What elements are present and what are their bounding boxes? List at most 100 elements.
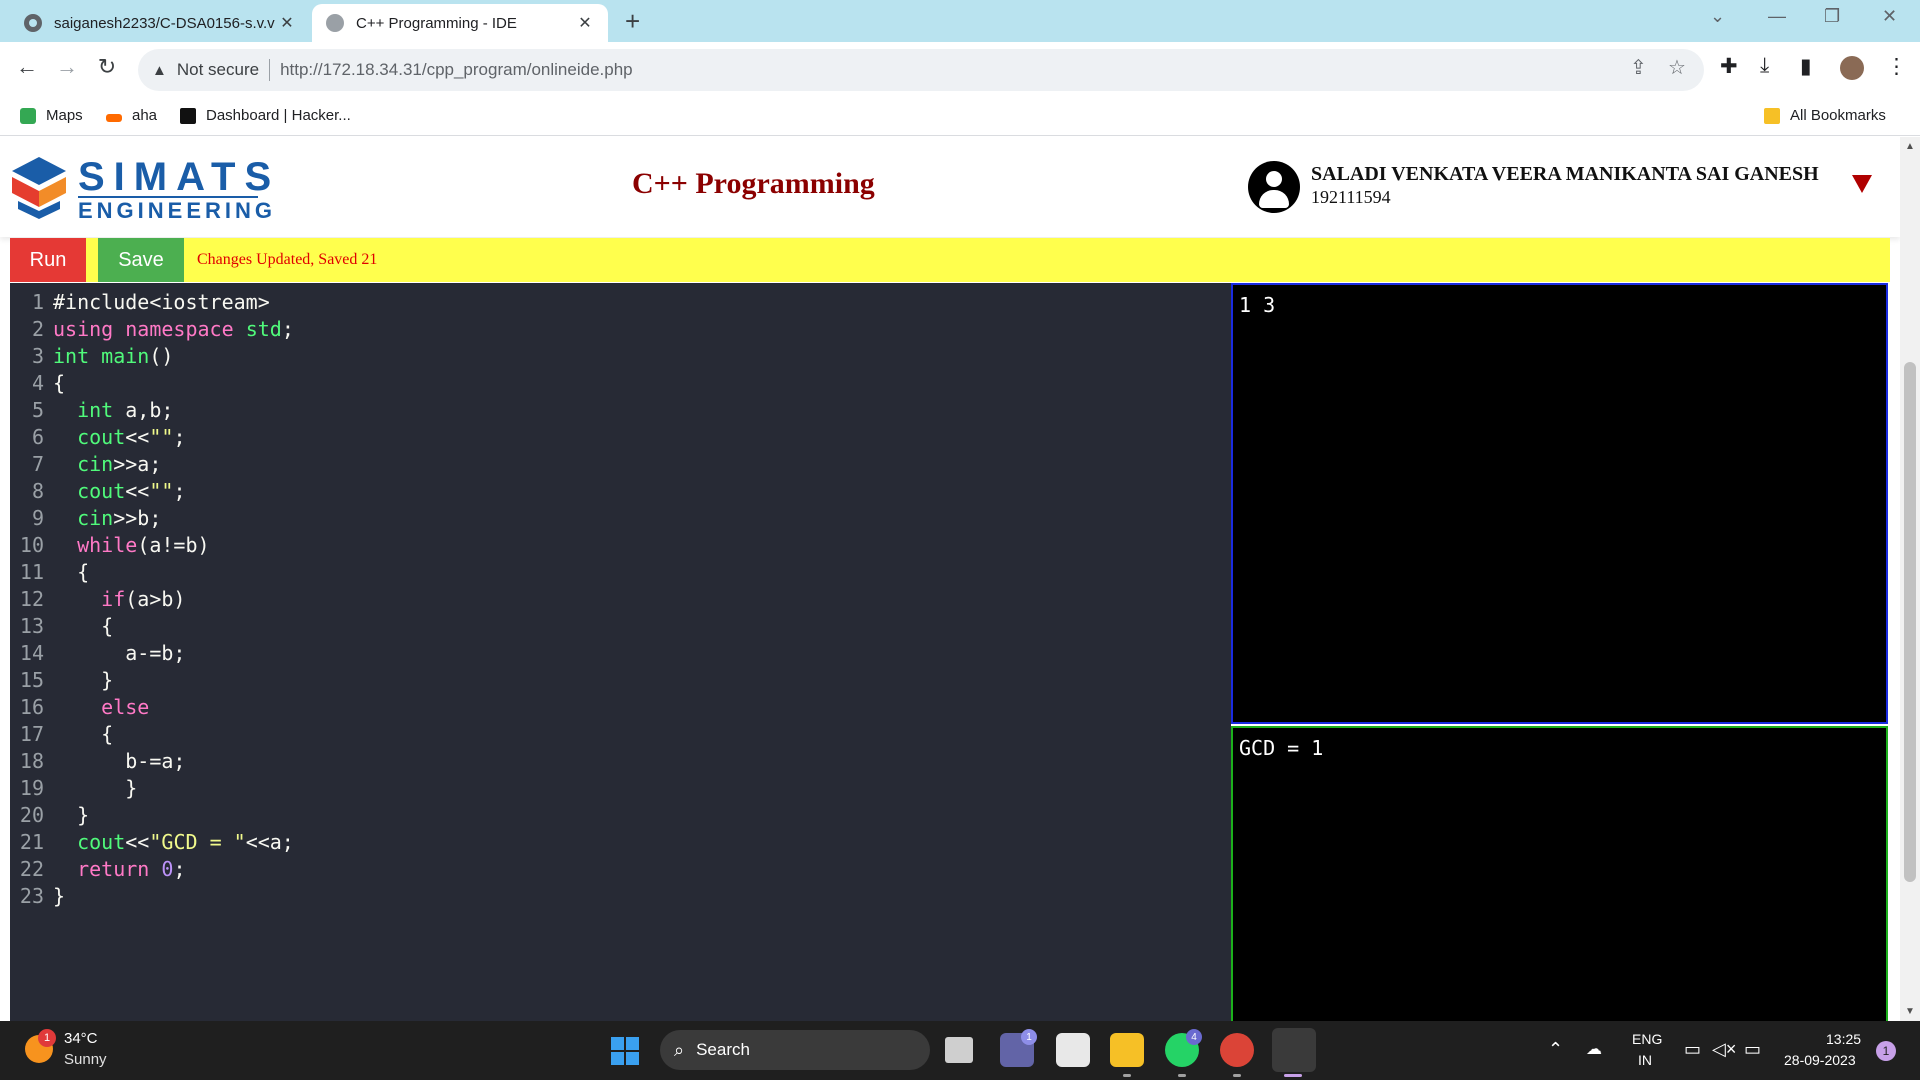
tab-github[interactable]: saiganesh2233/C-DSA0156-s.v.v ✕ (10, 4, 310, 42)
scroll-down-icon[interactable]: ▼ (1905, 1006, 1915, 1017)
windows-start-icon[interactable] (611, 1037, 639, 1065)
language-line2[interactable]: IN (1638, 1052, 1652, 1068)
scroll-thumb[interactable] (1904, 362, 1916, 882)
chrome-icon[interactable] (1220, 1033, 1254, 1067)
code-text[interactable]: else (53, 694, 149, 721)
volume-muted-icon[interactable]: ◁× (1712, 1039, 1736, 1060)
code-line[interactable]: 4{ (10, 370, 1231, 397)
code-line[interactable]: 16 else (10, 694, 1231, 721)
code-text[interactable]: return 0; (53, 856, 185, 883)
code-text[interactable]: cout<<"GCD = "<<a; (53, 829, 294, 856)
code-line[interactable]: 12 if(a>b) (10, 586, 1231, 613)
snipping-tool-icon[interactable] (1272, 1028, 1316, 1072)
temperature[interactable]: 34°C (64, 1030, 98, 1047)
new-tab-button[interactable]: + (625, 6, 640, 37)
reload-icon[interactable]: ↻ (92, 54, 122, 80)
tab-search-icon[interactable]: ⌄ (1710, 6, 1725, 27)
bookmark-maps[interactable]: Maps (20, 107, 83, 124)
code-text[interactable]: using namespace std; (53, 316, 294, 343)
code-line[interactable]: 23} (10, 883, 1231, 910)
code-line[interactable]: 13 { (10, 613, 1231, 640)
code-text[interactable]: { (53, 559, 89, 586)
task-view-icon[interactable] (945, 1037, 973, 1063)
taskbar-search[interactable]: ⌕ Search (660, 1030, 930, 1070)
window-close-icon[interactable]: ✕ (1882, 6, 1897, 27)
star-icon[interactable]: ☆ (1668, 55, 1686, 80)
forward-icon[interactable]: → (52, 54, 82, 80)
code-line[interactable]: 15 } (10, 667, 1231, 694)
code-line[interactable]: 18 b-=a; (10, 748, 1231, 775)
user-menu-caret-icon[interactable] (1852, 175, 1872, 193)
code-line[interactable]: 5 int a,b; (10, 397, 1231, 424)
code-text[interactable]: { (53, 721, 113, 748)
security-label[interactable]: Not secure (177, 60, 259, 80)
code-text[interactable]: { (53, 613, 113, 640)
minimize-icon[interactable]: — (1768, 6, 1786, 27)
code-text[interactable]: int a,b; (53, 397, 173, 424)
file-explorer-icon[interactable] (1110, 1033, 1144, 1067)
back-icon[interactable]: ← (12, 54, 42, 80)
save-button[interactable]: Save (98, 238, 184, 282)
code-line[interactable]: 21 cout<<"GCD = "<<a; (10, 829, 1231, 856)
weather-condition[interactable]: Sunny (64, 1051, 107, 1068)
code-text[interactable]: while(a!=b) (53, 532, 209, 559)
code-text[interactable]: { (53, 370, 65, 397)
code-text[interactable]: } (53, 802, 89, 829)
language-line1[interactable]: ENG (1632, 1031, 1662, 1047)
code-line[interactable]: 10 while(a!=b) (10, 532, 1231, 559)
code-text[interactable]: cout<<""; (53, 424, 185, 451)
notification-badge[interactable]: 1 (1876, 1041, 1896, 1061)
code-line[interactable]: 3 int main() (10, 343, 1231, 370)
code-line[interactable]: 7 cin>>a; (10, 451, 1231, 478)
input-text[interactable]: 1 3 (1239, 293, 1275, 317)
menu-icon[interactable]: ⋮ (1886, 54, 1907, 79)
code-editor[interactable]: 1 #include<iostream> 2 using namespace std;… (10, 283, 1231, 1021)
scroll-up-icon[interactable]: ▲ (1905, 141, 1915, 152)
clock-time[interactable]: 13:25 (1826, 1031, 1861, 1047)
code-line[interactable]: 1 #include<iostream> (10, 289, 1231, 316)
store-icon[interactable] (1056, 1033, 1090, 1067)
run-button[interactable]: Run (10, 238, 86, 282)
code-text[interactable]: #include<iostream> (53, 289, 270, 316)
code-line[interactable]: 22 return 0; (10, 856, 1231, 883)
code-line[interactable]: 17 { (10, 721, 1231, 748)
code-line[interactable]: 8 cout<<""; (10, 478, 1231, 505)
bookmark-hackerrank[interactable]: Dashboard | Hacker... (180, 107, 351, 124)
onedrive-icon[interactable]: ☁ (1586, 1039, 1602, 1059)
code-text[interactable]: } (53, 775, 137, 802)
clock-date[interactable]: 28-09-2023 (1784, 1052, 1856, 1068)
all-bookmarks[interactable]: All Bookmarks (1764, 107, 1886, 124)
code-text[interactable]: if(a>b) (53, 586, 185, 613)
code-text[interactable]: cin>>b; (53, 505, 161, 532)
address-bar[interactable]: ▲ Not secure http://172.18.34.31/cpp_pro… (138, 49, 1704, 91)
battery-icon[interactable]: ▭ (1744, 1039, 1761, 1060)
code-line[interactable]: 9 cin>>b; (10, 505, 1231, 532)
user-avatar-icon[interactable] (1248, 161, 1300, 213)
profile-avatar[interactable] (1840, 56, 1864, 80)
bookmark-aha[interactable]: aha (106, 107, 157, 124)
extensions-icon[interactable]: ✚ (1720, 54, 1738, 79)
code-line[interactable]: 6 cout<<""; (10, 424, 1231, 451)
tab-ide[interactable]: C++ Programming - IDE ✕ (312, 4, 608, 42)
warning-icon[interactable]: ▲ (152, 62, 167, 79)
code-line[interactable]: 19 } (10, 775, 1231, 802)
code-text[interactable]: } (53, 883, 65, 910)
sidepanel-icon[interactable]: ▮ (1800, 54, 1812, 79)
url-text[interactable]: http://172.18.34.31/cpp_program/onlineid… (280, 60, 633, 80)
code-line[interactable]: 2 using namespace std; (10, 316, 1231, 343)
restore-icon[interactable]: ❐ (1824, 6, 1840, 27)
input-pane[interactable]: 1 3 (1231, 283, 1888, 724)
chevron-up-icon[interactable]: ⌃ (1548, 1039, 1563, 1060)
code-line[interactable]: 14 a-=b; (10, 640, 1231, 667)
code-text[interactable]: int main() (53, 343, 173, 370)
code-text[interactable]: } (53, 667, 113, 694)
code-text[interactable]: a-=b; (53, 640, 185, 667)
code-line[interactable]: 20 } (10, 802, 1231, 829)
page-scrollbar[interactable]: ▲ ▼ (1900, 137, 1920, 1021)
share-icon[interactable]: ⇪ (1630, 55, 1647, 80)
download-icon[interactable]: ⤓ (1760, 54, 1769, 78)
close-icon[interactable]: ✕ (278, 13, 296, 33)
code-line[interactable]: 11 { (10, 559, 1231, 586)
code-text[interactable]: cin>>a; (53, 451, 161, 478)
code-text[interactable]: cout<<""; (53, 478, 185, 505)
